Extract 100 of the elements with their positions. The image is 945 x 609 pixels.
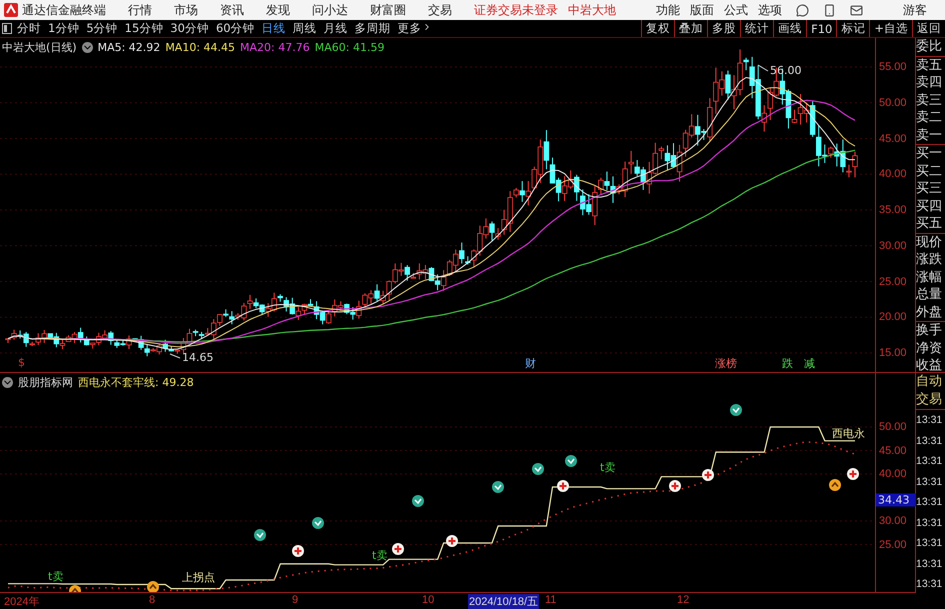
check-circle-icon	[312, 517, 324, 529]
event-marker[interactable]: 跌	[782, 356, 793, 371]
tool-button[interactable]: +自选	[869, 20, 912, 37]
date-label: 11	[544, 594, 558, 606]
mail-icon[interactable]	[850, 4, 863, 16]
dropdown-icon[interactable]	[2, 377, 13, 388]
quote-label: 卖二	[916, 109, 943, 126]
date-label: 10	[421, 594, 436, 606]
ma-label: MA10: 44.45	[165, 41, 236, 54]
auto-trade-label[interactable]: 自动	[916, 373, 945, 391]
period-tab[interactable]: 60分钟	[216, 21, 255, 36]
menu-item[interactable]: 市场	[174, 2, 198, 18]
period-tab[interactable]: 周线	[292, 21, 317, 36]
period-tab[interactable]: 5分钟	[86, 21, 118, 36]
period-tab[interactable]: 日线	[262, 21, 286, 36]
more-tab[interactable]: 更多	[398, 21, 432, 36]
leader-line	[758, 64, 768, 72]
check-circle-icon	[730, 404, 742, 416]
check-circle-icon	[532, 463, 544, 475]
axis-tick: 50.00	[879, 421, 907, 433]
quote-label: 卖五	[916, 56, 943, 74]
axis-tick: 30.00	[879, 515, 907, 527]
tool-button[interactable]: 统计	[740, 20, 774, 37]
period-tab[interactable]: 多周期	[354, 21, 391, 36]
tool-button[interactable]: 标记	[836, 20, 870, 37]
period-tab[interactable]: 30分钟	[170, 21, 209, 36]
plus-circle-icon	[557, 480, 569, 492]
panel-icon[interactable]	[2, 23, 12, 34]
check-circle-icon	[412, 495, 424, 507]
plus-circle-icon	[702, 469, 714, 481]
quote-label: 收益	[916, 357, 943, 372]
event-marker[interactable]: 财	[525, 356, 536, 371]
menu-item[interactable]: 财富圈	[370, 2, 406, 18]
axis-tick: 35.00	[879, 204, 907, 216]
quote-label: 换手	[916, 322, 943, 340]
quote-label: 买四	[916, 198, 943, 215]
tool-button[interactable]: 返回	[912, 20, 945, 37]
menu-item[interactable]: 公式	[724, 2, 748, 18]
quote-label: 买一	[916, 145, 943, 162]
indicator-source: 股朋指标网	[18, 375, 73, 390]
trade-time: 13:31	[916, 454, 944, 469]
quote-label: 卖三	[916, 92, 943, 109]
menu-item[interactable]: 行情	[128, 2, 152, 18]
tool-button[interactable]: 复权	[641, 20, 674, 37]
signal-label: 西电永	[832, 426, 865, 441]
app-title: 通达信金融终端	[22, 2, 106, 18]
menu-item[interactable]: 发现	[266, 2, 290, 18]
quote-label: 涨幅	[916, 268, 943, 286]
plus-circle-icon	[847, 468, 859, 480]
date-label: 8	[148, 594, 156, 606]
menu-item[interactable]: 选项	[758, 2, 782, 18]
indicator-value: 西电永不套牢线: 49.28	[78, 375, 194, 390]
signal-label: 上拐点	[182, 570, 215, 585]
quote-label: 现价	[916, 234, 943, 251]
event-marker[interactable]: 涨榜	[715, 356, 737, 371]
event-marker[interactable]: 减	[804, 356, 815, 371]
quote-label: 买二	[916, 162, 943, 180]
tool-button[interactable]: 叠加	[674, 20, 708, 37]
caret-circle-icon	[147, 581, 159, 592]
ma-label: MA60: 41.59	[314, 41, 384, 54]
date-label: 9	[291, 594, 300, 606]
current-value-label: 34.43	[876, 494, 916, 507]
axis-tick: 45.00	[879, 444, 907, 456]
chat-icon[interactable]	[796, 4, 809, 16]
period-tab[interactable]: 1分钟	[48, 21, 80, 36]
check-circle-icon	[565, 455, 577, 467]
quote-label: 净资	[916, 340, 943, 357]
axis-tick: 55.00	[879, 61, 907, 73]
tool-button[interactable]: 多股	[707, 20, 740, 37]
signal-label: t卖	[48, 569, 64, 584]
period-tab[interactable]: 分时	[17, 21, 41, 36]
quote-label: 卖一	[916, 126, 943, 144]
main-chart-title: 中岩大地(日线)	[2, 40, 77, 55]
period-tab[interactable]: 月线	[324, 21, 348, 36]
caret-circle-icon	[69, 585, 81, 592]
stock-name: 中岩大地	[568, 2, 616, 18]
dropdown-icon[interactable]	[82, 42, 93, 53]
low-price-label: 14.65	[182, 351, 214, 364]
event-marker[interactable]: $	[18, 356, 25, 369]
trade-time: 13:31	[916, 577, 944, 592]
trade-time: 13:31	[916, 495, 944, 510]
menu-item[interactable]: 资讯	[220, 2, 244, 18]
phone-icon[interactable]	[823, 4, 836, 16]
period-tab[interactable]: 15分钟	[124, 21, 164, 36]
auto-trade-label[interactable]: 交易	[916, 391, 945, 409]
menu-item[interactable]: 版面	[690, 2, 714, 18]
menu-item[interactable]: 问小达	[312, 2, 348, 18]
quote-label: 买五	[916, 215, 943, 232]
axis-tick: 30.00	[879, 240, 907, 252]
axis-tick: 50.00	[879, 96, 907, 109]
axis-tick: 45.00	[879, 132, 907, 144]
date-label: 2024年	[3, 595, 40, 609]
user-label[interactable]: 游客	[903, 2, 927, 18]
plus-circle-icon	[392, 543, 404, 555]
signal-label: t卖	[600, 460, 616, 475]
menu-item[interactable]: 交易	[428, 2, 452, 18]
tool-button[interactable]: 画线	[773, 20, 806, 37]
menu-item[interactable]: 功能	[656, 2, 680, 18]
login-status[interactable]: 证券交易未登录	[474, 2, 558, 18]
tool-button[interactable]: F10	[806, 20, 836, 37]
